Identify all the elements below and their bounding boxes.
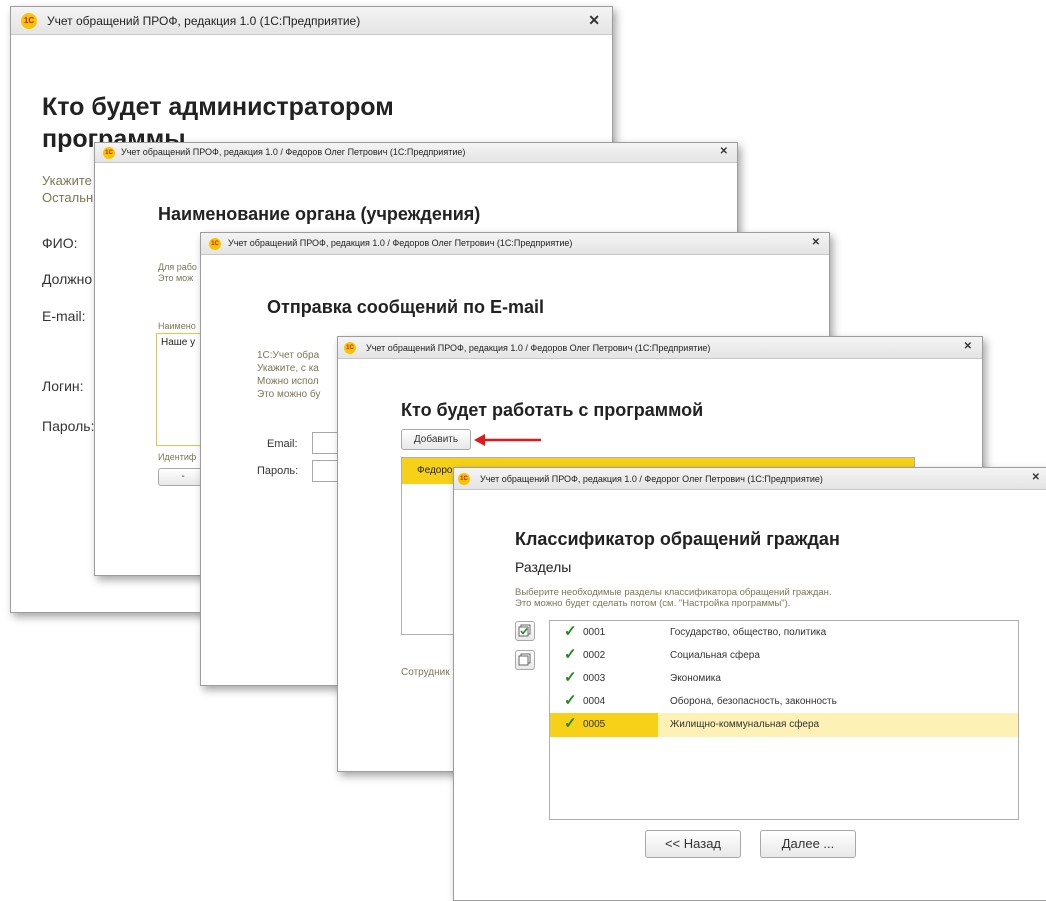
add-user-button[interactable]: Добавить — [401, 429, 471, 450]
page-title: Наименование органа (учреждения) — [158, 204, 481, 224]
item-name: Жилищно-коммунальная сфера — [670, 719, 820, 730]
add-user-button-label: Добавить — [413, 434, 459, 445]
description-line1: Для рабо — [158, 262, 197, 272]
list-item[interactable]: ✓ 0001 Государство, общество, политика — [550, 621, 1018, 644]
uncheck-all-icon — [518, 653, 531, 666]
password-label: Пароль: — [42, 418, 95, 434]
app-logo-icon: 1С — [344, 342, 356, 354]
next-button-label: Далее ... — [781, 836, 835, 851]
titlebar[interactable]: 1С Учет обращений ПРОФ, редакция 1.0 / Ф… — [201, 233, 829, 255]
description-line1: Укажите — [42, 173, 92, 188]
password-label: Пароль: — [257, 465, 299, 477]
titlebar[interactable]: 1С Учет обращений ПРОФ, редакция 1.0 / Ф… — [95, 143, 737, 163]
window-title: Учет обращений ПРОФ, редакция 1.0 / Федо… — [366, 343, 711, 353]
close-icon[interactable]: ✕ — [812, 237, 820, 248]
description-line1: 1С:Учет обра — [257, 350, 320, 361]
page-title: Отправка сообщений по E-mail — [267, 297, 544, 317]
arrow-annotation-icon — [474, 434, 541, 446]
app-logo-icon: 1С — [458, 473, 470, 485]
checkbox-checked-icon[interactable]: ✓ — [564, 647, 577, 662]
close-icon[interactable]: ✕ — [588, 12, 600, 29]
description-line4: Это можно бу — [257, 389, 321, 400]
next-button[interactable]: Далее ... — [760, 830, 856, 858]
close-icon[interactable]: ✕ — [964, 341, 972, 352]
list-item[interactable]: ✓ 0003 Экономика — [550, 667, 1018, 690]
description-line2: Это можно будет сделать потом (см. "Наст… — [515, 598, 791, 609]
description-line2: Остальн — [42, 190, 94, 205]
description-line3: Можно испол — [257, 376, 319, 387]
page-title: Кто будет работать с программой — [401, 400, 704, 420]
description-line2: Это мож — [158, 273, 194, 283]
app-logo-icon: 1С — [209, 238, 221, 250]
uncheck-all-button[interactable] — [515, 650, 535, 670]
app-logo-icon: 1С — [103, 147, 115, 159]
list-item-label: Федоро — [417, 465, 453, 476]
description-line2: Укажите, с ка — [257, 363, 319, 374]
list-item[interactable]: ✓ 0004 Оборона, безопасность, законность — [550, 690, 1018, 713]
list-item-selected[interactable]: ✓ 0005 Жилищно-коммунальная сфера — [550, 713, 1018, 737]
close-icon[interactable]: ✕ — [1032, 472, 1040, 483]
item-code: 0004 — [583, 696, 606, 707]
item-code: 0002 — [583, 650, 606, 661]
window-title: Учет обращений ПРОФ, редакция 1.0 (1С:Пр… — [47, 14, 361, 28]
page-title: Классификатор обращений граждан — [515, 529, 840, 549]
login-label: Логин: — [42, 378, 84, 394]
window-title: Учет обращений ПРОФ, редакция 1.0 / Федо… — [228, 238, 573, 248]
page-title: Кто будет администратором — [42, 93, 394, 121]
titlebar[interactable]: 1С Учет обращений ПРОФ, редакция 1.0 (1С… — [11, 7, 612, 35]
ident-value: - — [181, 471, 185, 482]
ident-label: Идентиф — [158, 452, 197, 462]
app-logo-icon: 1С — [21, 13, 37, 29]
item-name: Социальная сфера — [670, 650, 760, 661]
description-line1: Выберите необходимые разделы классификат… — [515, 587, 832, 598]
item-code: 0001 — [583, 627, 606, 638]
checkbox-checked-icon[interactable]: ✓ — [564, 716, 577, 731]
titlebar[interactable]: 1С Учет обращений ПРОФ, редакция 1.0 / Ф… — [338, 337, 982, 359]
checkbox-checked-icon[interactable]: ✓ — [564, 624, 577, 639]
item-name: Оборона, безопасность, законность — [670, 696, 837, 707]
window-title: Учет обращений ПРОФ, редакция 1.0 / Федо… — [121, 147, 466, 157]
check-all-icon — [518, 624, 531, 637]
back-button-label: << Назад — [664, 836, 722, 851]
classifier-list[interactable]: ✓ 0001 Государство, общество, политика ✓… — [549, 620, 1019, 820]
window-title: Учет обращений ПРОФ, редакция 1.0 / Федо… — [480, 474, 823, 484]
titlebar[interactable]: 1С Учет обращений ПРОФ, редакция 1.0 / Ф… — [454, 468, 1046, 490]
close-icon[interactable]: ✕ — [720, 146, 728, 157]
fio-label: ФИО: — [42, 235, 78, 251]
email-label: E-mail: — [42, 308, 86, 324]
section-title: Разделы — [515, 559, 572, 575]
list-item[interactable]: ✓ 0002 Социальная сфера — [550, 644, 1018, 667]
email-label: Email: — [267, 438, 298, 450]
position-label: Должно — [42, 271, 93, 287]
footer-text: Сотрудник — [401, 667, 450, 678]
item-name: Государство, общество, политика — [670, 627, 827, 638]
name-value: Наше у — [161, 337, 196, 348]
checkbox-checked-icon[interactable]: ✓ — [564, 693, 577, 708]
check-all-button[interactable] — [515, 621, 535, 641]
item-code: 0003 — [583, 673, 606, 684]
item-name: Экономика — [670, 673, 721, 684]
window-classifier: 1С Учет обращений ПРОФ, редакция 1.0 / Ф… — [453, 467, 1046, 901]
checkbox-checked-icon[interactable]: ✓ — [564, 670, 577, 685]
back-button[interactable]: << Назад — [645, 830, 741, 858]
name-label: Наимено — [158, 321, 196, 331]
item-code: 0005 — [583, 719, 606, 730]
